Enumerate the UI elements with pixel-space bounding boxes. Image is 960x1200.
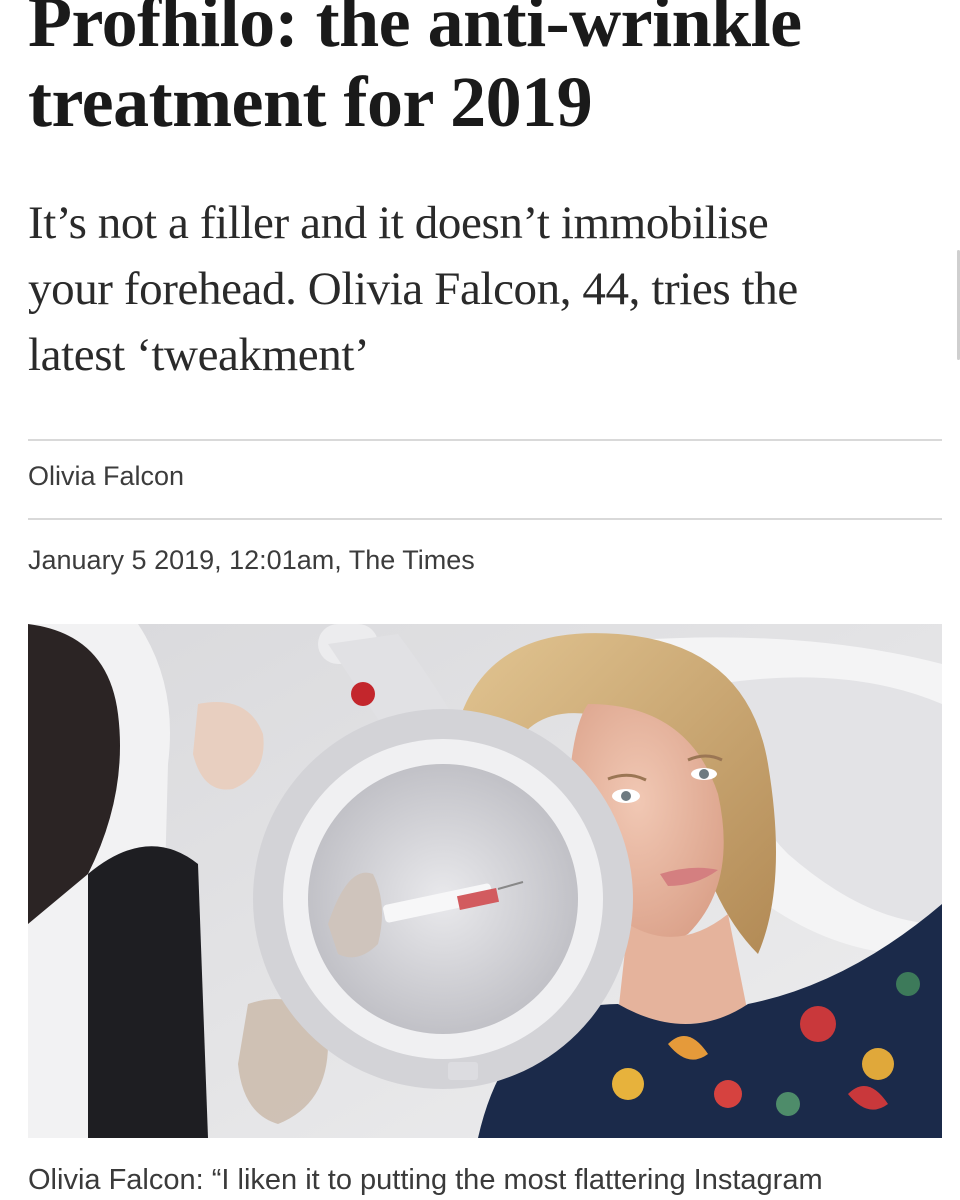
- headline-line-1: Profhilo: the anti-wrinkle: [28, 0, 802, 62]
- article: Profhilo: the anti-wrinkle treatment for…: [0, 0, 960, 1200]
- divider-bottom: [28, 518, 942, 520]
- photo-caption: Olivia Falcon: “I liken it to putting th…: [28, 1164, 823, 1196]
- standfirst-line-1: It’s not a filler and it doesn’t immobil…: [28, 197, 769, 249]
- hero-photo-illustration: [28, 624, 942, 1138]
- headline-line-2: treatment for 2019: [28, 62, 593, 142]
- article-hero-photo[interactable]: [28, 624, 942, 1138]
- divider-top: [28, 439, 942, 441]
- lamp-indicator-light: [351, 682, 375, 706]
- article-headline: Profhilo: the anti-wrinkle treatment for…: [28, 0, 928, 142]
- practitioner-top: [88, 846, 208, 1138]
- publish-dateline: January 5 2019, 12:01am, The Times: [28, 545, 475, 575]
- standfirst-line-3: latest ‘tweakment’: [28, 329, 370, 381]
- author-byline[interactable]: Olivia Falcon: [28, 458, 184, 494]
- lamp-label: [448, 1062, 478, 1080]
- standfirst-line-2: your forehead. Olivia Falcon, 44, tries …: [28, 263, 798, 315]
- article-standfirst: It’s not a filler and it doesn’t immobil…: [28, 190, 928, 388]
